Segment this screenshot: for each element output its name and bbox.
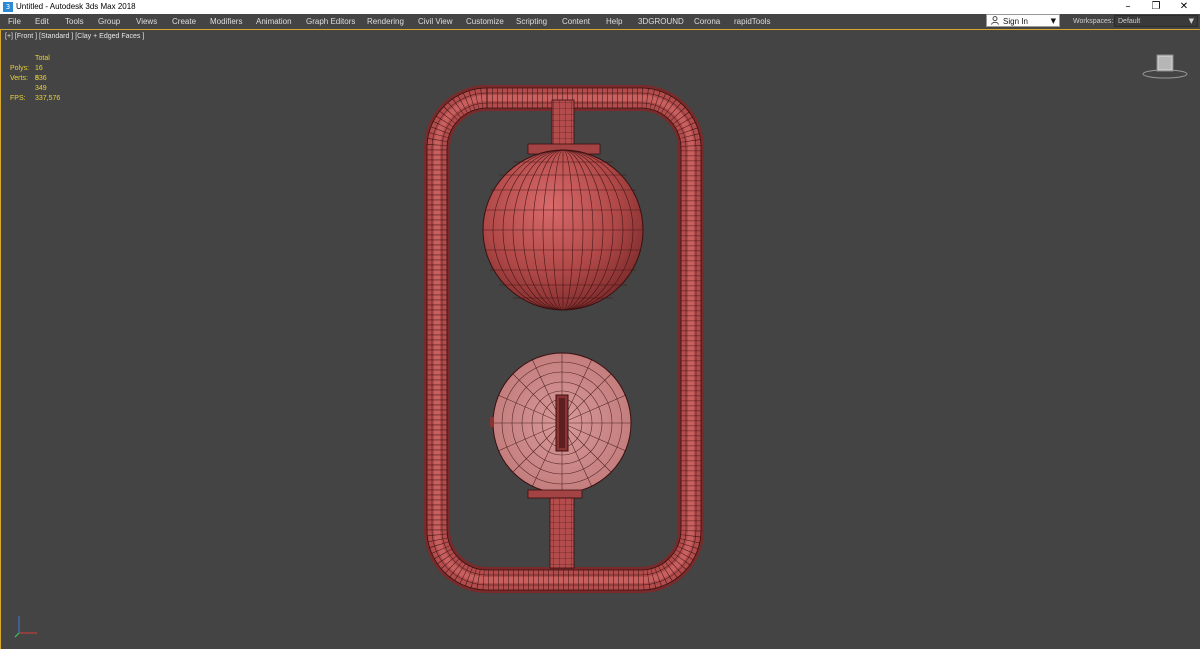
restore-button[interactable]: ❐: [1143, 0, 1169, 14]
menu-create[interactable]: Create: [172, 14, 196, 29]
menu-views[interactable]: Views: [136, 14, 157, 29]
app-icon: 3: [3, 2, 13, 12]
menu-edit[interactable]: Edit: [35, 14, 49, 29]
sign-in-button[interactable]: Sign In ▼: [986, 14, 1060, 27]
menu-graph-editors[interactable]: Graph Editors: [306, 14, 355, 29]
user-icon: [991, 16, 999, 25]
axis-gizmo-icon: [14, 616, 37, 638]
workspaces-label: Workspaces:: [1073, 18, 1114, 25]
menu-rendering[interactable]: Rendering: [367, 14, 404, 29]
workspaces-select[interactable]: Default ▼: [1114, 15, 1198, 27]
menu-scripting[interactable]: Scripting: [516, 14, 547, 29]
workspaces-value: Default: [1118, 18, 1141, 25]
menu-rapidtools[interactable]: rapidTools: [734, 14, 770, 29]
menu-modifiers[interactable]: Modifiers: [210, 14, 242, 29]
menu-tools[interactable]: Tools: [65, 14, 84, 29]
menu-civil-view[interactable]: Civil View: [418, 14, 453, 29]
chevron-down-icon: ▼: [1188, 17, 1194, 25]
menu-customize[interactable]: Customize: [466, 14, 504, 29]
sign-in-label: Sign In: [1003, 17, 1028, 26]
menu-animation[interactable]: Animation: [256, 14, 292, 29]
close-button[interactable]: ✕: [1171, 0, 1197, 14]
chevron-down-icon: ▼: [1050, 17, 1056, 25]
window-title: Untitled - Autodesk 3ds Max 2018: [16, 2, 136, 11]
model-3d-object[interactable]: [1, 30, 1200, 649]
front-viewport[interactable]: [+] [Front ] [Standard ] [Clay + Edged F…: [0, 30, 1200, 649]
minimize-button[interactable]: –: [1115, 0, 1141, 14]
menu-group[interactable]: Group: [98, 14, 120, 29]
menu-content[interactable]: Content: [562, 14, 590, 29]
menu-corona[interactable]: Corona: [694, 14, 720, 29]
menu-help[interactable]: Help: [606, 14, 622, 29]
menu-3dground[interactable]: 3DGROUND: [638, 14, 684, 29]
title-bar: 3 Untitled - Autodesk 3ds Max 2018 – ❐ ✕: [0, 0, 1200, 14]
menu-file[interactable]: File: [8, 14, 21, 29]
